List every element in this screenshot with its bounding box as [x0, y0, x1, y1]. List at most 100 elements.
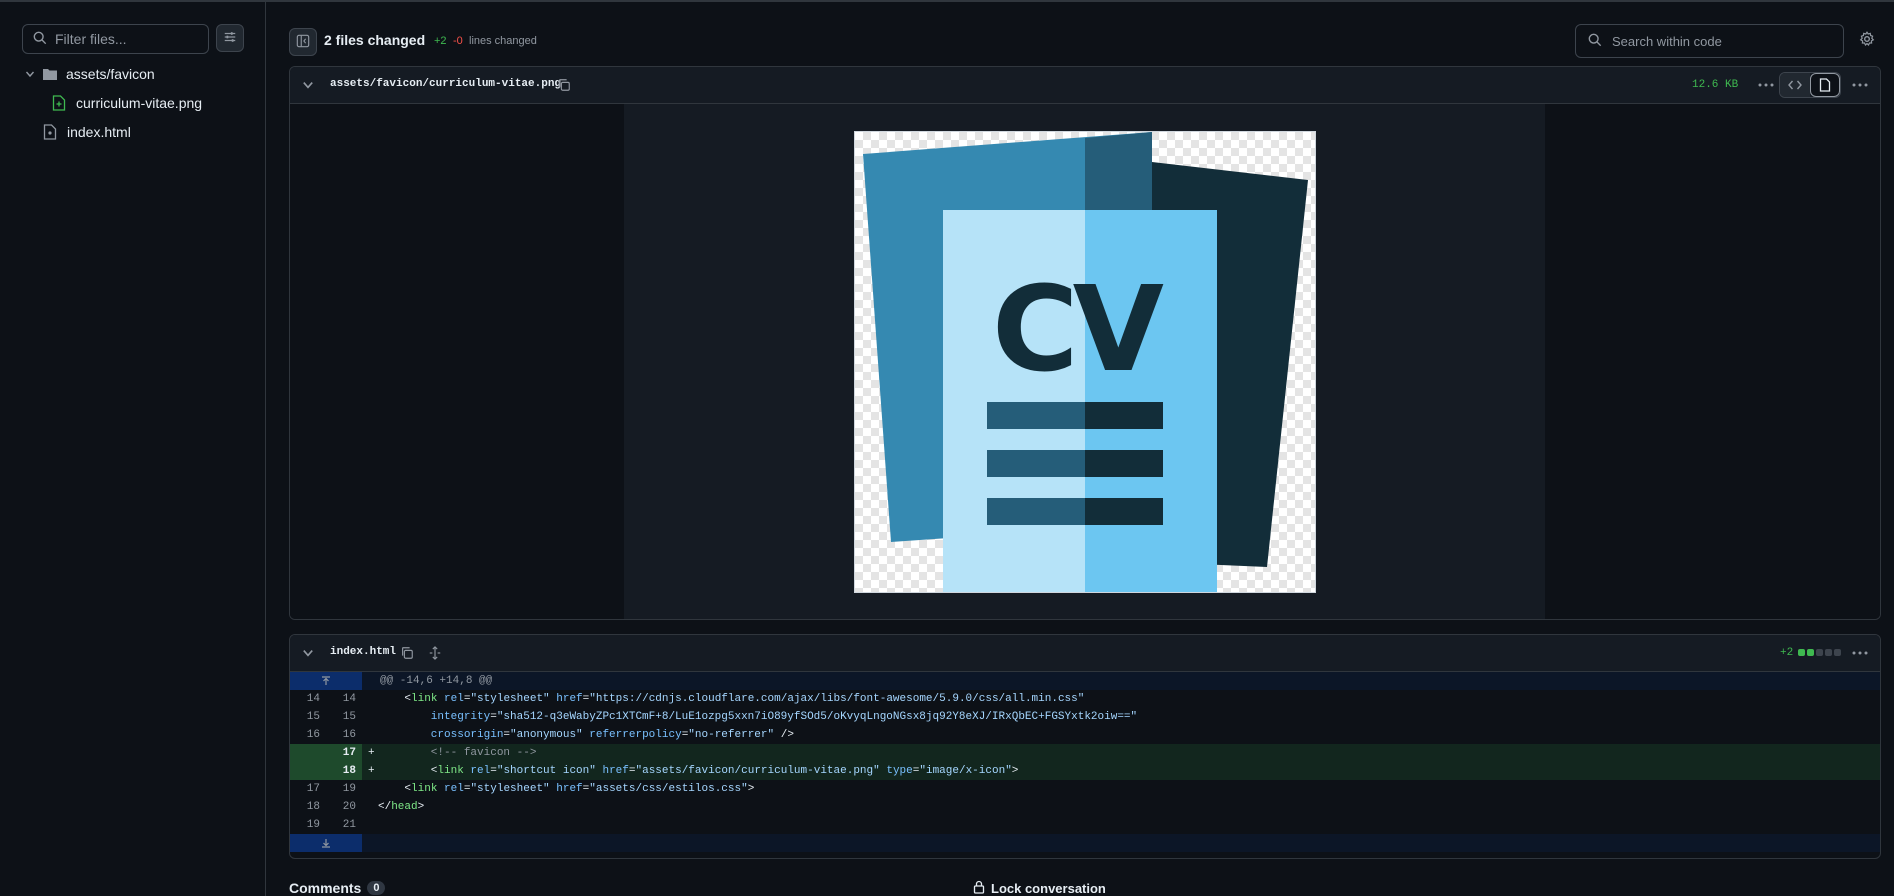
diff-line: 17 19 <link rel="stylesheet" href="asset… — [290, 780, 1880, 798]
file-modified-icon — [43, 124, 59, 140]
code-token: href — [595, 765, 629, 777]
settings-button[interactable] — [1857, 30, 1877, 50]
unfold-icon[interactable] — [425, 643, 445, 663]
cv-document-icon: CV — [863, 132, 1308, 592]
search-within-code-placeholder: Search within code — [1612, 33, 1722, 49]
comments-count: 0 — [367, 881, 386, 895]
file-path[interactable]: index.html — [330, 646, 396, 658]
code-token: < — [378, 765, 438, 777]
code-line: crossorigin="anonymous" referrerpolicy="… — [378, 729, 794, 741]
new-line-number[interactable]: 14 — [326, 693, 362, 705]
lock-conversation-button[interactable]: Lock conversation — [973, 880, 1106, 896]
folder-icon — [42, 67, 58, 81]
diffstat-neutral-block — [1834, 649, 1841, 656]
code-token: "assets/favicon/curriculum-vitae.png" — [635, 765, 880, 777]
tree-item-assets-favicon[interactable]: assets/favicon — [22, 62, 155, 86]
code-token: < — [378, 693, 412, 705]
copy-icon[interactable] — [554, 75, 574, 95]
file-header: assets/favicon/curriculum-vitae.png 12.6… — [290, 67, 1880, 104]
diff-table: @@ -14,6 +14,8 @@ 14 14 <link rel="style… — [290, 672, 1880, 852]
new-line-number[interactable]: 18 — [326, 762, 362, 780]
code-token: rel — [463, 765, 491, 777]
code-token: "shortcut icon" — [496, 765, 596, 777]
old-line-number[interactable] — [290, 744, 326, 762]
new-line-number[interactable]: 15 — [326, 711, 362, 723]
sidebar-collapse-icon — [296, 34, 310, 51]
new-line-number[interactable]: 16 — [326, 729, 362, 741]
old-line-number[interactable]: 16 — [290, 729, 326, 741]
code-token: "anonymous" — [510, 729, 583, 741]
new-line-number[interactable]: 20 — [326, 801, 362, 813]
filter-options-button[interactable] — [216, 24, 244, 52]
file-diff-image: assets/favicon/curriculum-vitae.png 12.6… — [289, 66, 1881, 620]
old-line-number[interactable]: 14 — [290, 693, 326, 705]
code-token: "image/x-icon" — [919, 765, 1012, 777]
new-line-number[interactable]: 21 — [326, 819, 362, 831]
code-token: /> — [774, 729, 794, 741]
kebab-horizontal-icon[interactable] — [1850, 643, 1870, 663]
diffstat-add-block — [1807, 649, 1814, 656]
tree-item-label: curriculum-vitae.png — [76, 95, 203, 111]
code-token: link — [411, 693, 438, 705]
expand-up-button[interactable] — [290, 672, 362, 690]
old-line-number[interactable]: 18 — [290, 801, 326, 813]
code-token: "no-referrer" — [688, 729, 775, 741]
new-line-number[interactable]: 19 — [326, 783, 362, 795]
code-view-button[interactable] — [1780, 73, 1810, 97]
diffstat-neutral-block — [1816, 649, 1823, 656]
search-within-code-input[interactable]: Search within code — [1575, 24, 1844, 58]
header-deletions: -0 — [453, 35, 463, 47]
code-token: href — [549, 693, 583, 705]
kebab-horizontal-icon[interactable] — [1756, 75, 1776, 95]
filter-files-input[interactable]: Filter files... — [22, 24, 209, 54]
code-line: integrity="sha512-q3eWabyZPc1XTCmF+8/LuE… — [378, 711, 1137, 723]
hunk-footer-row — [290, 834, 1880, 852]
diff-sign: + — [368, 765, 375, 777]
code-token: </ — [378, 801, 392, 813]
lock-conversation-label: Lock conversation — [991, 881, 1106, 896]
file-view-button[interactable] — [1810, 73, 1840, 97]
file-tree-sidebar: Filter files... assets/favicon curriculu… — [0, 2, 266, 896]
code-token: "stylesheet" — [470, 693, 550, 705]
cv-logo-text: CV — [992, 260, 1164, 398]
code-token: href — [549, 783, 583, 795]
tree-item-label: assets/favicon — [66, 66, 155, 82]
tree-item-index-html[interactable]: index.html — [43, 120, 131, 144]
old-line-number[interactable]: 17 — [290, 783, 326, 795]
comments-heading: Comments 0 — [289, 880, 386, 896]
code-token: <!-- favicon --> — [378, 747, 537, 759]
diff-line: 16 16 crossorigin="anonymous" referrerpo… — [290, 726, 1880, 744]
top-border — [0, 0, 1894, 2]
code-token: > — [417, 801, 425, 813]
kebab-horizontal-icon[interactable] — [1850, 75, 1870, 95]
old-line-number[interactable]: 19 — [290, 819, 326, 831]
code-token: = — [490, 765, 497, 777]
code-token: head — [391, 801, 418, 813]
file-diff-index-html: index.html +2 @@ -14,6 +14,8 @@ 14 14 <l… — [289, 634, 1881, 859]
lock-icon — [973, 880, 985, 896]
old-line-number[interactable] — [290, 762, 326, 780]
expand-down-button[interactable] — [290, 834, 362, 852]
header-additions: +2 — [434, 35, 447, 47]
code-token: = — [628, 765, 636, 777]
files-changed-title: 2 files changed — [324, 32, 426, 48]
file-size: 12.6 KB — [1692, 79, 1739, 91]
toggle-file-tree-button[interactable] — [289, 28, 317, 56]
code-token: = — [490, 711, 497, 723]
new-line-number[interactable]: 17 — [326, 744, 362, 762]
tree-item-curriculum-vitae[interactable]: curriculum-vitae.png — [52, 91, 202, 115]
diff-line: 18 20 </head> — [290, 798, 1880, 816]
chevron-down-icon[interactable] — [302, 78, 314, 94]
diff-line: 14 14 <link rel="stylesheet" href="https… — [290, 690, 1880, 708]
diff-line: 19 21 — [290, 816, 1880, 834]
code-token: link — [437, 765, 464, 777]
old-line-number[interactable]: 15 — [290, 711, 326, 723]
copy-icon[interactable] — [397, 643, 417, 663]
image-preview-area: CV — [290, 104, 1880, 619]
comments-label: Comments — [289, 880, 362, 896]
hunk-header: @@ -14,6 +14,8 @@ — [380, 675, 493, 687]
diff-line: 15 15 integrity="sha512-q3eWabyZPc1XTCmF… — [290, 708, 1880, 726]
chevron-down-icon[interactable] — [302, 646, 314, 662]
file-path[interactable]: assets/favicon/curriculum-vitae.png — [330, 78, 561, 90]
code-token: > — [747, 783, 755, 795]
